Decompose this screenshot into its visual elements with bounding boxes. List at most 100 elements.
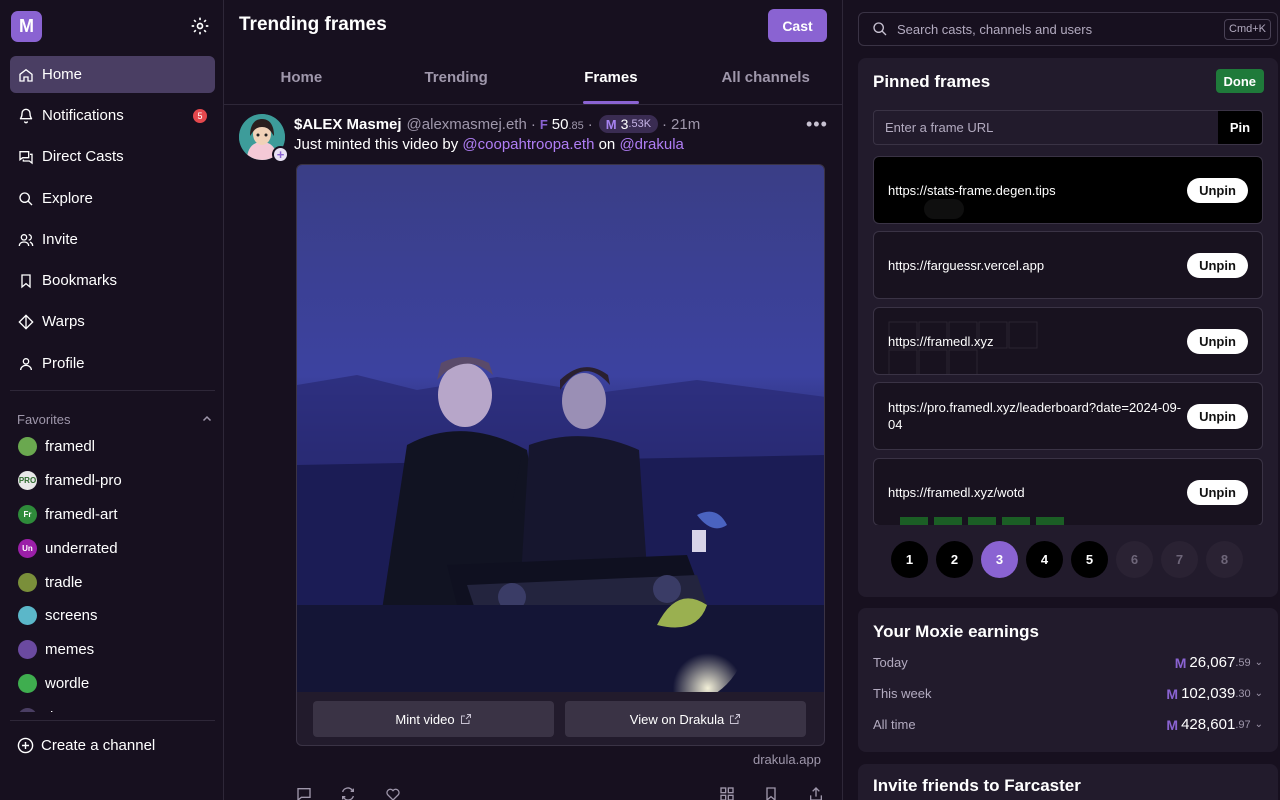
pinned-frame-item[interactable]: https://stats-frame.degen.tips Unpin	[873, 156, 1263, 224]
tab-home[interactable]: Home	[224, 56, 379, 104]
pinned-frames-pagination: 1 2 3 4 5 6 7 8	[891, 541, 1245, 578]
favorite-label: tradle	[45, 573, 83, 591]
mint-video-button[interactable]: Mint video	[313, 701, 554, 737]
favorite-channel-underrated[interactable]: Un underrated	[10, 531, 215, 565]
recast-icon[interactable]	[340, 786, 356, 800]
pinned-frame-url: https://farguessr.vercel.app	[888, 257, 1045, 273]
earnings-value: M 428,601.97 ⌄	[1166, 716, 1263, 733]
sidebar-item-warps[interactable]: Warps	[10, 303, 215, 340]
tab-frames[interactable]: Frames	[534, 56, 689, 104]
favorites-header[interactable]: Favorites	[17, 411, 213, 427]
pinned-frames-card: Pinned frames Done Enter a frame URL Pin…	[858, 58, 1278, 597]
channel-avatar	[18, 640, 37, 660]
mention-link[interactable]: @coopahtroopa.eth	[462, 136, 594, 153]
channel-avatar: Fr	[18, 504, 37, 524]
pinned-frame-url: https://pro.framedl.xyz/leaderboard?date…	[888, 400, 1182, 432]
post-header: $ALEX Masmej @alexmasmej.eth · F 50.85 ·…	[294, 115, 700, 133]
sidebar-item-direct-casts[interactable]: Direct Casts	[10, 138, 215, 175]
sidebar-item-profile[interactable]: Profile	[10, 345, 215, 382]
unpin-button[interactable]: Unpin	[1187, 480, 1248, 505]
favorite-channel-framedl-pro[interactable]: PRO framedl-pro	[10, 464, 215, 498]
follow-plus-icon[interactable]: +	[272, 146, 289, 163]
pinned-frame-item[interactable]: https://framedl.xyz Unpin	[873, 307, 1263, 375]
tab-all-channels[interactable]: All channels	[688, 56, 842, 104]
notification-count-badge: 5	[193, 109, 207, 123]
chevron-down-icon: ⌄	[1254, 719, 1263, 730]
earnings-row-this-week[interactable]: This week M 102,039.30 ⌄	[873, 685, 1263, 702]
earnings-row-today[interactable]: Today M 26,067.59 ⌄	[873, 654, 1263, 671]
unpin-button[interactable]: Unpin	[1187, 178, 1248, 203]
pinned-frame-item[interactable]: https://framedl.xyz/wotd Unpin	[873, 458, 1263, 525]
favorite-channel-framedl-art[interactable]: Fr framedl-art	[10, 498, 215, 532]
earnings-row-all-time[interactable]: All time M 428,601.97 ⌄	[873, 716, 1263, 733]
pinned-frame-item[interactable]: https://farguessr.vercel.app Unpin	[873, 231, 1263, 299]
favorite-channel-tradle[interactable]: tradle	[10, 565, 215, 599]
unpin-button[interactable]: Unpin	[1187, 329, 1248, 354]
chat-icon	[19, 150, 33, 164]
author-username[interactable]: @alexmasmej.eth	[407, 116, 527, 133]
like-icon[interactable]	[385, 786, 401, 800]
favorite-channel-framedl[interactable]: framedl	[10, 430, 215, 464]
pinned-frames-title: Pinned frames	[873, 72, 991, 91]
divider	[10, 390, 215, 391]
page-button-2[interactable]: 2	[936, 541, 973, 578]
diamond-icon	[18, 313, 34, 330]
channel-avatar	[18, 606, 37, 626]
user-icon	[20, 357, 32, 370]
pin-button[interactable]: Pin	[1218, 111, 1262, 144]
earnings-main: 26,067	[1189, 654, 1236, 671]
reply-icon[interactable]	[296, 786, 312, 800]
sidebar-item-bookmarks[interactable]: Bookmarks	[10, 262, 215, 299]
favorite-label: framedl-art	[45, 505, 118, 523]
favorite-channel-d[interactable]: d	[10, 700, 215, 712]
moxie-icon: M	[1174, 654, 1187, 671]
chevron-up-icon[interactable]	[201, 413, 213, 425]
frame-url-field[interactable]: Enter a frame URL Pin	[873, 110, 1263, 145]
chevron-down-icon: ⌄	[1254, 657, 1263, 668]
moxie-pill[interactable]: M 3.53K	[598, 115, 659, 133]
sidebar-item-invite[interactable]: Invite	[10, 221, 215, 258]
page-button-3[interactable]: 3	[981, 541, 1018, 578]
sidebar-item-label: Direct Casts	[42, 148, 124, 165]
search-input[interactable]: Search casts, channels and users Cmd+K	[858, 12, 1278, 46]
users-icon	[18, 233, 34, 246]
page-button-4[interactable]: 4	[1026, 541, 1063, 578]
app-logo[interactable]: M	[11, 11, 42, 42]
sidebar-item-label: Home	[42, 66, 83, 83]
author-display-name[interactable]: $ALEX Masmej	[294, 116, 402, 133]
frame-image[interactable]	[297, 165, 825, 692]
sidebar-item-home[interactable]: Home	[10, 56, 215, 93]
channel-avatar: Un	[18, 538, 37, 558]
pinned-frame-item[interactable]: https://pro.framedl.xyz/leaderboard?date…	[873, 382, 1263, 450]
page-button-5[interactable]: 5	[1071, 541, 1108, 578]
pinned-frame-url: https://framedl.xyz	[888, 333, 994, 349]
mention-link[interactable]: @drakula	[619, 136, 683, 153]
plus-circle-icon	[17, 737, 34, 754]
unpin-button[interactable]: Unpin	[1187, 404, 1248, 429]
feed-tabs: Home Trending Frames All channels	[224, 56, 842, 105]
frame-embed: Mint video View on Drakula	[296, 164, 825, 746]
sidebar-item-explore[interactable]: Explore	[10, 180, 215, 217]
favorite-channel-wordle[interactable]: wordle	[10, 667, 215, 701]
more-options-icon[interactable]: •••	[806, 114, 828, 135]
chevron-down-icon: ⌄	[1254, 688, 1263, 699]
grid-icon[interactable]	[719, 786, 735, 800]
cast-button[interactable]: Cast	[768, 9, 827, 42]
unpin-button[interactable]: Unpin	[1187, 253, 1248, 278]
view-on-drakula-button[interactable]: View on Drakula	[565, 701, 806, 737]
gear-icon[interactable]	[190, 16, 210, 36]
moxie-icon: M	[1166, 716, 1179, 733]
favorite-channel-memes[interactable]: memes	[10, 633, 215, 667]
frame-domain[interactable]: drakula.app	[753, 752, 821, 767]
bookmark-icon[interactable]	[763, 786, 779, 800]
create-channel-button[interactable]: Create a channel	[17, 737, 155, 754]
done-button[interactable]: Done	[1215, 69, 1264, 93]
favorite-channel-screens[interactable]: screens	[10, 599, 215, 633]
share-icon[interactable]	[808, 786, 824, 800]
page-button-1[interactable]: 1	[891, 541, 928, 578]
home-icon	[19, 68, 33, 82]
sidebar-item-notifications[interactable]: Notifications 5	[10, 97, 215, 134]
tab-trending[interactable]: Trending	[379, 56, 534, 104]
external-link-icon	[460, 714, 471, 724]
page-button-6: 6	[1116, 541, 1153, 578]
